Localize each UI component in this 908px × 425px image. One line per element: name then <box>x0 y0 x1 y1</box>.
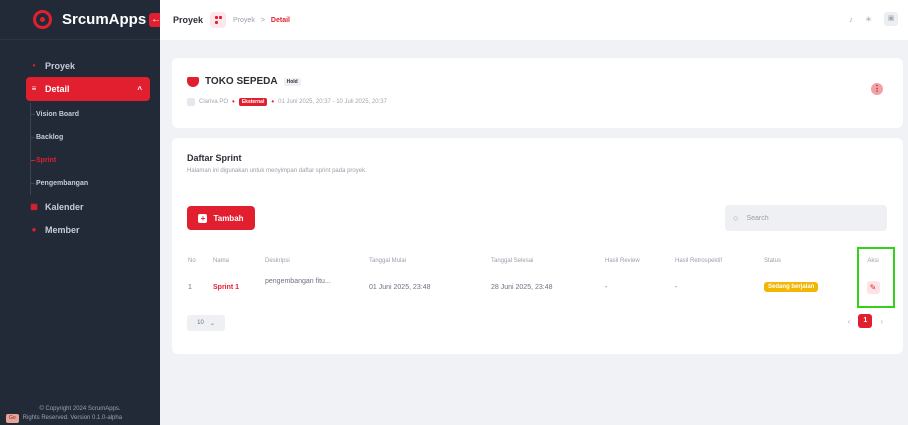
topbar-actions: ♪ ☀ ▣ <box>849 12 898 26</box>
sprint-review-result: - <box>605 283 608 291</box>
project-icon <box>187 76 199 87</box>
sprint-description: pengembangan fitu... <box>265 278 331 285</box>
column-header-tanggal-selesai: Tanggal Selesai <box>491 258 534 264</box>
chevron-up-icon: ^ <box>137 84 142 94</box>
section-title: Daftar Sprint <box>187 153 242 163</box>
sidebar-nav: • Proyek ≡ Detail ^ Vision Board Backlog… <box>0 40 160 241</box>
sidebar-subitem-vision-board[interactable]: Vision Board <box>31 103 160 126</box>
sidebar-item-label: Detail <box>45 84 70 94</box>
column-header-hasil-review: Hasil Review <box>605 258 640 264</box>
sprint-table: No Nama Deskripsi Tanggal Mulai Tanggal … <box>172 250 903 302</box>
section-subtitle: Halaman ini digunakan untuk menyimpan da… <box>187 168 367 174</box>
add-sprint-label: Tambah <box>213 213 244 223</box>
project-type-badge: Eksternal <box>238 97 268 106</box>
user-icon: ● <box>31 224 37 234</box>
column-header-nama: Nama <box>213 258 230 264</box>
copyright-line1: © Copyright 2024 ScrumApps. <box>39 406 121 412</box>
breadcrumb-detail: Detail <box>270 16 290 24</box>
plus-icon: + <box>198 213 208 223</box>
prev-page-icon[interactable]: ‹ <box>848 317 851 326</box>
copyright: © Copyright 2024 ScrumApps. Go Rights Re… <box>0 405 160 425</box>
sidebar-subitem-pengembangan[interactable]: Pengembangan <box>31 172 160 195</box>
next-page-icon[interactable]: › <box>880 317 883 326</box>
page-title: Proyek <box>173 15 204 25</box>
topbar: Proyek Proyek > Detail ♪ ☀ ▣ <box>160 0 908 40</box>
page-number-current[interactable]: 1 <box>858 314 873 328</box>
avatar[interactable]: ▣ <box>884 12 898 26</box>
sidebar-subitem-backlog[interactable]: Backlog <box>31 126 160 149</box>
table-header: No Nama Deskripsi Tanggal Mulai Tanggal … <box>172 250 903 272</box>
search-icon: ○ <box>733 213 739 223</box>
sidebar-subitem-sprint[interactable]: Sprint <box>31 149 160 172</box>
list-icon: ≡ <box>31 84 37 93</box>
sidebar: SrcumApps • Proyek ≡ Detail ^ Vision Boa… <box>0 0 160 425</box>
page-size-select[interactable]: 10 ⌄ <box>187 315 225 331</box>
row-no: 1 <box>188 283 192 291</box>
project-name: TOKO SEPEDA <box>205 76 278 87</box>
copyright-badge: Go <box>6 414 19 423</box>
more-options-button[interactable]: ⋮ <box>871 83 883 95</box>
column-header-tanggal-mulai: Tanggal Mulai <box>369 258 407 264</box>
owner-icon <box>187 97 195 106</box>
project-card: TOKO SEPEDA Hold Clariva PO • Eksternal … <box>172 58 903 128</box>
sprint-name-link[interactable]: Sprint 1 <box>213 272 239 302</box>
search-box: ○ <box>725 205 887 231</box>
sidebar-submenu: Vision Board Backlog Sprint Pengembangan <box>30 103 160 195</box>
highlight-box <box>857 247 895 308</box>
breadcrumb: Proyek > Detail <box>233 17 290 24</box>
search-input[interactable] <box>746 214 867 222</box>
bell-icon[interactable]: ♪ <box>849 15 853 24</box>
column-header-deskripsi: Deskripsi <box>265 258 290 264</box>
sprint-retro-result: - <box>675 283 678 291</box>
sidebar-item-label: Proyek <box>45 60 76 71</box>
project-title-row: TOKO SEPEDA Hold <box>187 76 301 87</box>
brand-logo-icon <box>33 10 52 29</box>
column-header-status: Status <box>764 258 782 264</box>
pagination: ‹ 1 › <box>848 314 883 328</box>
brand[interactable]: SrcumApps <box>0 0 160 40</box>
status-badge: Hold <box>283 77 301 86</box>
page-size-value: 10 <box>197 320 204 326</box>
chevron-down-icon: ⌄ <box>209 320 215 327</box>
table-row: 1 Sprint 1 pengembangan fitu... 01 Juni … <box>172 272 903 302</box>
breadcrumb-separator: > <box>260 16 265 24</box>
sprint-status-cell: Sedang berjalan <box>764 272 819 302</box>
copyright-line2-row: Go Rights Reserved. Version 0.1.0-alpha <box>0 414 160 423</box>
sprint-end-date: 28 Juni 2025, 23:48 <box>491 283 553 291</box>
project-icon <box>210 12 227 28</box>
breadcrumb-proyek[interactable]: Proyek <box>233 17 255 24</box>
dot-icon: • <box>32 60 36 70</box>
copyright-line2: Rights Reserved. Version 0.1.0-alpha <box>22 415 123 421</box>
project-owner: Clariva PO <box>199 98 229 105</box>
calendar-icon: ▦ <box>30 201 38 211</box>
separator-dot-icon: • <box>232 97 235 106</box>
sidebar-item-detail[interactable]: ≡ Detail ^ <box>26 77 150 101</box>
status-badge: Sedang berjalan <box>764 282 819 292</box>
sidebar-item-label: Member <box>45 224 80 235</box>
sidebar-item-member[interactable]: ● Member <box>0 218 160 241</box>
brand-name: SrcumApps <box>62 11 147 28</box>
sun-icon[interactable]: ☀ <box>865 15 872 24</box>
separator-dot-icon: • <box>271 97 275 106</box>
project-meta: Clariva PO • Eksternal • 01 Juni 2025, 2… <box>187 97 387 106</box>
add-sprint-button[interactable]: + Tambah <box>187 206 255 230</box>
column-header-hasil-retrospektif: Hasil Retrospektif <box>675 258 723 264</box>
column-header-no: No <box>188 258 196 264</box>
sidebar-item-label: Kalender <box>45 201 84 212</box>
sprint-list-card: Daftar Sprint Halaman ini digunakan untu… <box>172 138 903 354</box>
sidebar-item-kalender[interactable]: ▦ Kalender <box>0 195 160 218</box>
sidebar-item-proyek[interactable]: • Proyek <box>0 54 160 77</box>
project-period: 01 Juni 2025, 20:37 - 10 Juli 2025, 20:3… <box>278 98 387 105</box>
sprint-start-date: 01 Juni 2025, 23:48 <box>369 283 431 291</box>
